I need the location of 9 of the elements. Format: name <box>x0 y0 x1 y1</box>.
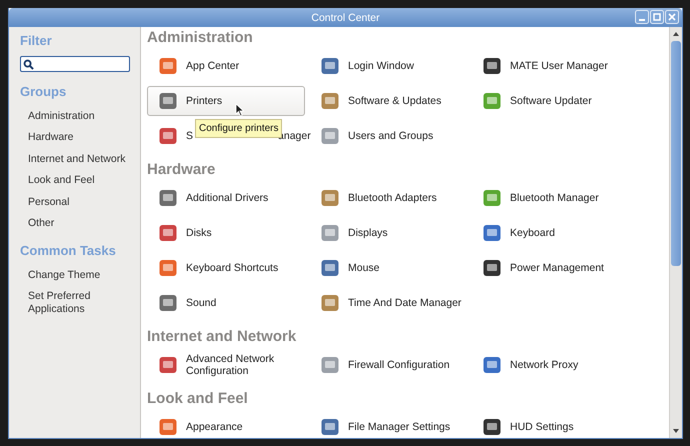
tooltip: Configure printers <box>195 119 282 138</box>
common-tasks-heading: Common Tasks <box>20 242 116 259</box>
filter-heading: Filter <box>20 33 52 49</box>
groups-heading: Groups <box>20 84 66 100</box>
section-heading: Look and Feel <box>147 389 249 409</box>
section-heading: Internet and Network <box>147 327 298 347</box>
section-heading: Administration <box>147 28 254 48</box>
section-heading: Hardware <box>147 160 216 180</box>
window-title: Control Center <box>311 12 380 24</box>
